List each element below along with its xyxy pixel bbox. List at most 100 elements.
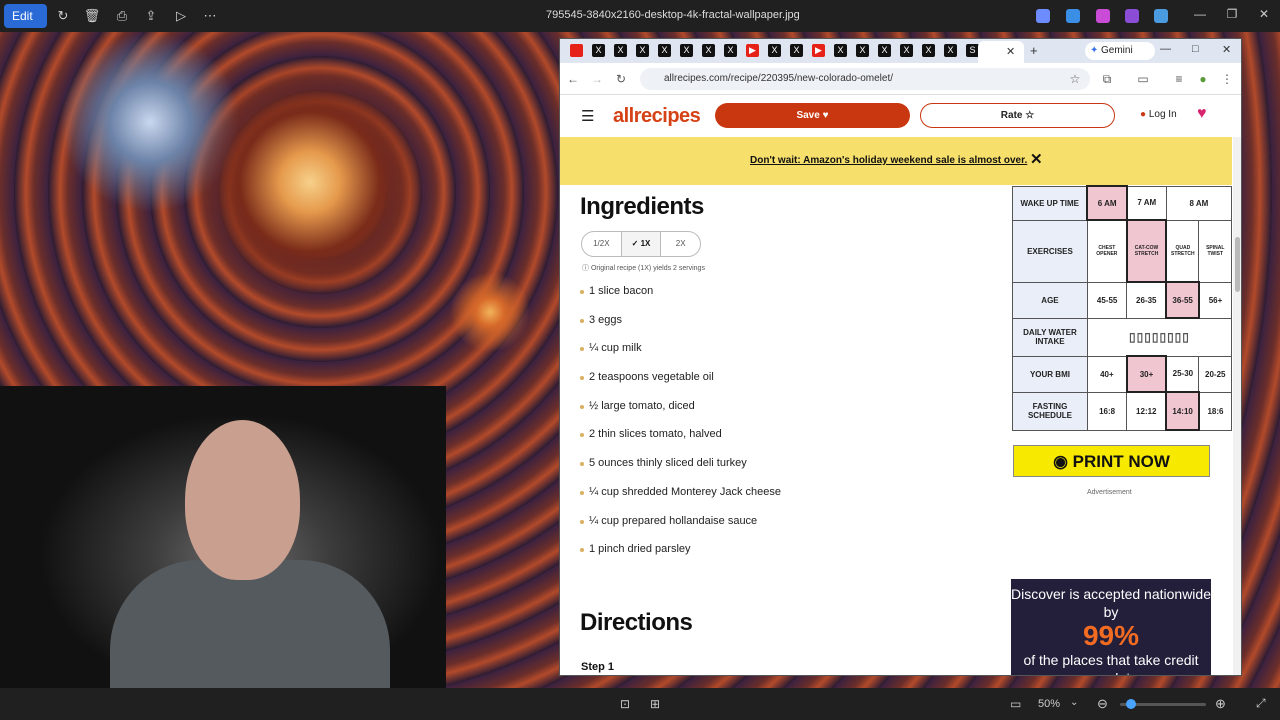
ad-cell: 7 AM <box>1126 185 1167 221</box>
ad-row-label: FASTING SCHEDULE <box>1012 391 1088 431</box>
scale-2x-button[interactable]: 2X <box>661 232 700 256</box>
back-icon[interactable]: ← <box>566 72 580 86</box>
ingredient-item: 3 eggs <box>580 314 781 343</box>
ad-cell: 16:8 <box>1086 391 1128 431</box>
user-icon: ● <box>1140 109 1147 120</box>
share-icon[interactable]: ⇪ <box>142 7 160 25</box>
fullscreen-icon[interactable]: ⤢ <box>1256 696 1266 711</box>
actual-size-icon[interactable]: ▭ <box>1010 697 1021 711</box>
forward-icon[interactable]: → <box>590 72 604 86</box>
page-scrollbar[interactable] <box>1233 137 1241 675</box>
scrollbar-thumb[interactable] <box>1235 237 1240 292</box>
zoom-slider-thumb[interactable] <box>1126 699 1136 709</box>
x-tab-icon[interactable]: X <box>856 44 869 57</box>
x-tab-icon[interactable]: X <box>878 44 891 57</box>
url-field[interactable]: allrecipes.com/recipe/220395/new-colorad… <box>640 68 1090 90</box>
print-now-button[interactable]: ◉ PRINT NOW <box>1013 445 1210 477</box>
ad-schedule-table[interactable]: WAKE UP TIME 6 AM 7 AM 8 AM EXERCISES CH… <box>1012 185 1232 431</box>
zoom-level[interactable]: 50% <box>1038 698 1060 710</box>
x-tab-icon[interactable]: X <box>768 44 781 57</box>
x-tab-icon[interactable]: X <box>790 44 803 57</box>
zoom-out-icon[interactable]: ⊖ <box>1097 696 1108 712</box>
maximize-icon[interactable]: ❐ <box>1224 7 1240 21</box>
extensions-icon[interactable]: ⧉ <box>1100 72 1114 87</box>
close-banner-icon[interactable]: ✕ <box>1030 150 1043 168</box>
ad-cell: 45-55 <box>1086 281 1128 319</box>
scale-1x-button[interactable]: ✓ 1X <box>621 232 662 256</box>
new-tab-icon[interactable]: + <box>1030 43 1038 58</box>
ad-cell: 8 AM <box>1165 185 1232 221</box>
promo-link[interactable]: Don't wait: Amazon's holiday weekend sal… <box>750 155 1027 166</box>
app-icon[interactable] <box>1036 9 1050 23</box>
ad-cell: 18:6 <box>1198 391 1232 431</box>
chevron-down-icon[interactable]: ⌄ <box>1070 697 1078 708</box>
radio-icon: ◉ <box>1053 452 1068 471</box>
cast-icon[interactable]: ▭ <box>1136 72 1150 86</box>
print-icon[interactable]: ⎙ <box>113 7 131 25</box>
tab-bar: X X X X X X X ▶ X X ▶ X X X X X X S ✕ + … <box>560 39 1241 63</box>
x-tab-icon[interactable]: X <box>636 44 649 57</box>
ad-row-label: EXERCISES <box>1012 219 1088 283</box>
rotate-icon[interactable]: ↻ <box>54 7 72 25</box>
ingredient-item: ¼ cup prepared hollandaise sauce <box>580 515 781 544</box>
minimize-icon[interactable]: — <box>1192 7 1208 21</box>
reload-icon[interactable]: ↻ <box>614 72 628 86</box>
x-tab-icon[interactable]: X <box>724 44 737 57</box>
x-tab-icon[interactable]: X <box>614 44 627 57</box>
more-icon[interactable]: ⋯ <box>201 7 219 25</box>
x-tab-icon[interactable]: X <box>680 44 693 57</box>
login-link[interactable]: ● Log In <box>1140 109 1177 120</box>
x-tab-icon[interactable]: X <box>834 44 847 57</box>
x-tab-icon[interactable]: X <box>900 44 913 57</box>
x-tab-icon[interactable]: X <box>922 44 935 57</box>
close-tab-icon[interactable]: ✕ <box>1006 45 1015 58</box>
delete-icon[interactable]: 🗑 <box>83 7 101 25</box>
url-text: allrecipes.com/recipe/220395/new-colorad… <box>664 73 894 84</box>
maximize-icon[interactable]: □ <box>1192 43 1199 55</box>
x-tab-icon[interactable]: X <box>944 44 957 57</box>
ad-row-label: WAKE UP TIME <box>1012 185 1088 221</box>
save-button[interactable]: Save ♥ <box>715 103 910 128</box>
ad-cell: CHEST OPENER <box>1086 219 1128 283</box>
minimize-icon[interactable]: — <box>1160 43 1171 55</box>
ad-cell: 14:10 <box>1165 391 1200 431</box>
close-icon[interactable]: ✕ <box>1222 43 1231 56</box>
discover-ad[interactable]: Discover is accepted nationwide by 99% o… <box>1011 579 1211 675</box>
tab-active[interactable]: ✕ <box>978 41 1024 63</box>
favorites-heart-icon[interactable]: ♥ <box>1197 105 1207 123</box>
app-icon[interactable] <box>1125 9 1139 23</box>
x-tab-icon[interactable]: X <box>702 44 715 57</box>
gemini-button[interactable]: ✦ Gemini <box>1085 42 1155 60</box>
media-icon[interactable]: ≡ <box>1172 72 1186 86</box>
menu-kebab-icon[interactable]: ⋮ <box>1220 72 1234 86</box>
hamburger-menu-icon[interactable]: ☰ <box>581 107 594 125</box>
ad-row-label: YOUR BMI <box>1012 355 1088 393</box>
x-tab-icon[interactable]: X <box>658 44 671 57</box>
app-icon[interactable] <box>1096 9 1110 23</box>
youtube-tab-icon[interactable]: ▶ <box>746 44 759 57</box>
allrecipes-logo[interactable]: allrecipes <box>613 105 701 128</box>
tab-icon[interactable] <box>570 44 583 57</box>
rate-button[interactable]: Rate ☆ <box>920 103 1115 128</box>
rate-label: Rate <box>1000 110 1023 121</box>
promo-banner: Don't wait: Amazon's holiday weekend sal… <box>560 137 1232 185</box>
youtube-tab-icon[interactable]: ▶ <box>812 44 825 57</box>
cloud-icon[interactable] <box>1154 9 1168 23</box>
scale-half-button[interactable]: 1/2X <box>582 232 622 256</box>
ad-cell: 56+ <box>1198 281 1232 319</box>
app-icon[interactable] <box>1066 9 1080 23</box>
close-icon[interactable]: ✕ <box>1256 7 1272 21</box>
slideshow-icon[interactable]: ▷ <box>172 7 190 25</box>
profile-avatar[interactable]: ● <box>1196 72 1210 86</box>
zoom-in-icon[interactable]: ⊕ <box>1215 696 1226 712</box>
zoom-slider[interactable] <box>1120 699 1206 709</box>
browser-window: X X X X X X X ▶ X X ▶ X X X X X X S ✕ + … <box>559 38 1242 676</box>
ingredient-item: 1 slice bacon <box>580 285 781 314</box>
x-tab-icon[interactable]: X <box>592 44 605 57</box>
crop-icon[interactable]: ⊞ <box>650 697 660 711</box>
bookmark-star-icon[interactable]: ☆ <box>1068 72 1082 86</box>
fit-icon[interactable]: ⊡ <box>620 697 630 711</box>
edit-button[interactable]: Edit <box>4 4 47 28</box>
water-glasses-icon: ▯▯▯▯▯▯▯▯ <box>1086 317 1232 357</box>
ingredients-heading: Ingredients <box>580 193 704 220</box>
